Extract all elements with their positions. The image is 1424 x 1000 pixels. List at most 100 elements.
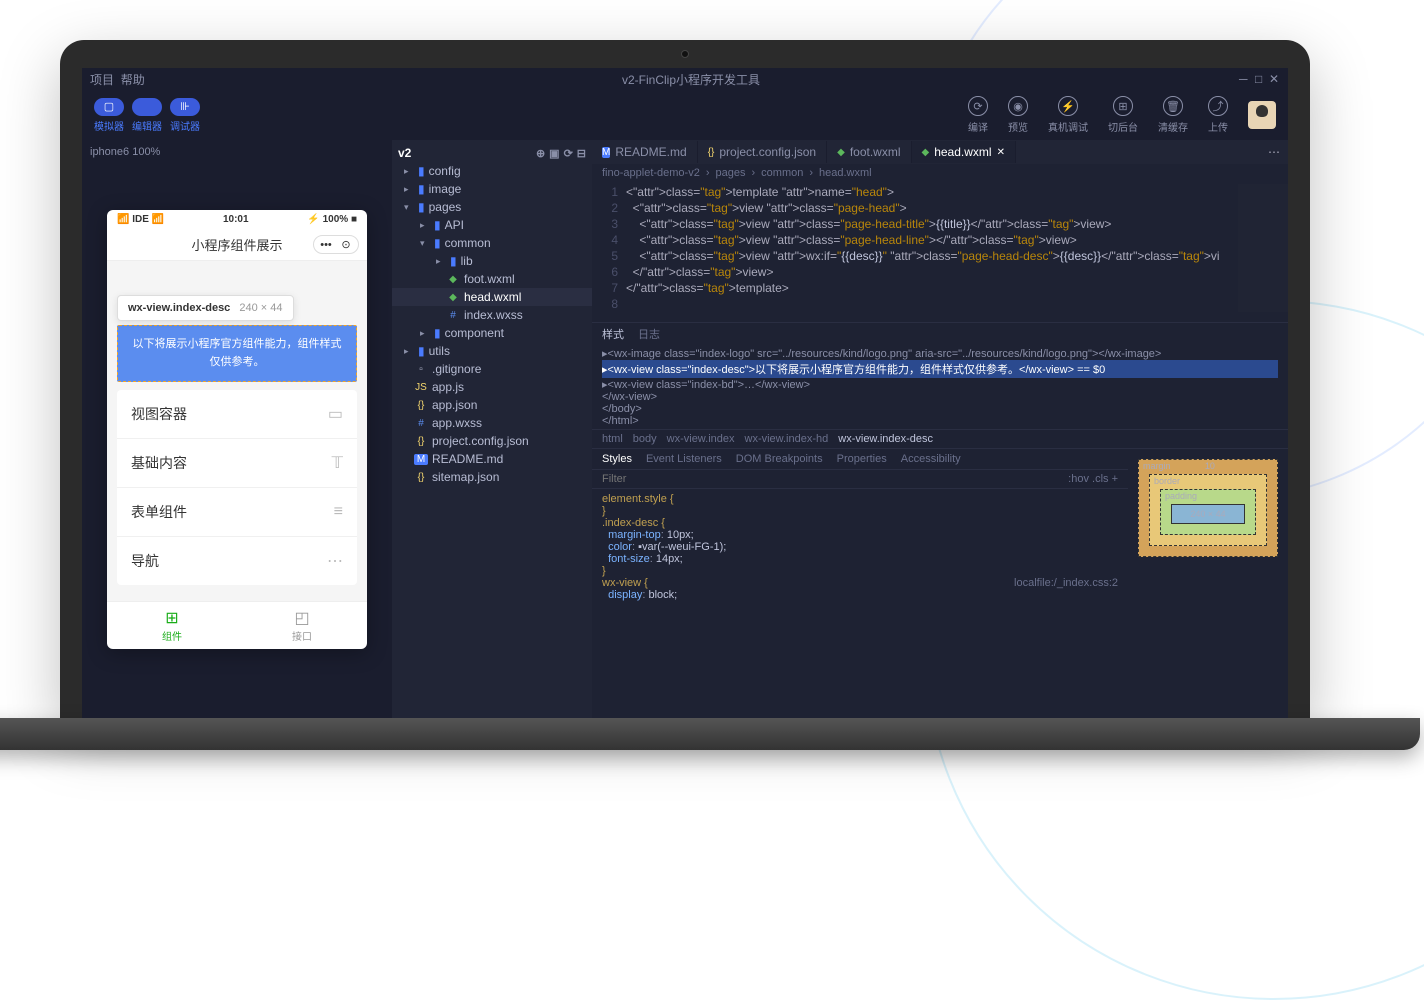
css-declaration[interactable]: display: block; <box>602 589 1118 601</box>
tree-file[interactable]: #app.wxss <box>392 414 592 432</box>
tree-file[interactable]: ▫.gitignore <box>392 360 592 378</box>
more-tabs-icon[interactable]: ⋯ <box>1260 145 1288 159</box>
editor-tab[interactable]: ◆foot.wxml <box>827 141 911 163</box>
new-file-icon[interactable]: ⊕ <box>536 147 545 160</box>
tree-root-name[interactable]: v2 <box>398 146 411 160</box>
path-segment[interactable]: wx-view.index-desc <box>838 433 933 445</box>
tree-file[interactable]: {}project.config.json <box>392 432 592 450</box>
editor-tab[interactable]: ◆head.wxml✕ <box>912 141 1016 163</box>
css-declaration[interactable]: margin-top: 10px; <box>602 529 1118 541</box>
path-segment[interactable]: wx-view.index <box>667 433 735 445</box>
devtools-subtab[interactable]: Styles <box>602 453 632 465</box>
dom-node[interactable]: </wx-view> <box>602 391 1278 403</box>
css-rules[interactable]: element.style {}.index-desc {</span></di… <box>592 489 1128 605</box>
minimize-button[interactable]: ─ <box>1237 72 1249 86</box>
highlighted-element[interactable]: 以下将展示小程序官方组件能力，组件样式仅供参考。 <box>117 325 357 382</box>
refresh-icon[interactable]: ⟳ <box>564 147 573 160</box>
css-selector[interactable]: } <box>602 505 1118 517</box>
tree-file[interactable]: #index.wxss <box>392 306 592 324</box>
code-line[interactable]: <"attr">class="tag">view "attr">class="p… <box>626 200 1238 216</box>
capsule-close-icon[interactable]: ⊙ <box>336 238 356 251</box>
tree-file[interactable]: JSapp.js <box>392 378 592 396</box>
dom-tree[interactable]: ▸<wx-image class="index-logo" src="../re… <box>592 345 1288 429</box>
code-line[interactable]: <"attr">class="tag">template "attr">name… <box>626 184 1238 200</box>
tree-folder[interactable]: ▸▮image <box>392 180 592 198</box>
action-button[interactable]: ⚡真机调试 <box>1048 96 1088 134</box>
tabbar-item[interactable]: ⊞组件 <box>107 602 237 649</box>
capsule-more-icon[interactable]: ••• <box>316 239 336 251</box>
crumb[interactable]: common <box>761 167 803 179</box>
tree-folder[interactable]: ▸▮utils <box>392 342 592 360</box>
devtools-subtab[interactable]: Accessibility <box>901 453 961 465</box>
action-button[interactable]: ⟳编译 <box>968 96 988 134</box>
code-line[interactable]: <"attr">class="tag">view "attr">wx:if="{… <box>626 248 1238 264</box>
minimap[interactable] <box>1238 184 1288 312</box>
menu-help[interactable]: 帮助 <box>121 71 145 88</box>
maximize-button[interactable]: □ <box>1253 72 1265 86</box>
code-line[interactable]: <"attr">class="tag">view "attr">class="p… <box>626 216 1238 232</box>
tree-folder[interactable]: ▸▮component <box>392 324 592 342</box>
path-segment[interactable]: wx-view.index-hd <box>745 433 829 445</box>
collapse-icon[interactable]: ⊟ <box>577 147 586 160</box>
devtools-subtab[interactable]: DOM Breakpoints <box>736 453 823 465</box>
action-button[interactable]: 🗑清缓存 <box>1158 96 1188 134</box>
path-segment[interactable]: html <box>602 433 623 445</box>
dom-node[interactable]: ▸<wx-image class="index-logo" src="../re… <box>602 347 1278 360</box>
path-segment[interactable]: body <box>633 433 657 445</box>
editor-tab[interactable]: MREADME.md <box>592 141 698 163</box>
css-declaration[interactable]: color: ▪var(--weui-FG-1); <box>602 541 1118 553</box>
code-line[interactable] <box>626 296 1238 312</box>
menu-project[interactable]: 项目 <box>90 71 114 88</box>
avatar[interactable] <box>1248 101 1276 129</box>
menu-item[interactable]: 视图容器▭ <box>117 390 357 439</box>
tree-file[interactable]: ◆head.wxml <box>392 288 592 306</box>
code-line[interactable]: </"attr">class="tag">template> <box>626 280 1238 296</box>
devtools-subtab[interactable]: Properties <box>837 453 887 465</box>
css-selector[interactable]: .index-desc {</span></div> <box>602 517 1118 529</box>
css-selector[interactable]: element.style { <box>602 493 1118 505</box>
tree-folder[interactable]: ▾▮pages <box>392 198 592 216</box>
dom-node[interactable]: </body> <box>602 403 1278 415</box>
tree-file[interactable]: ◆foot.wxml <box>392 270 592 288</box>
mode-button[interactable]: ▢模拟器 <box>94 98 124 133</box>
editor-tab[interactable]: {}project.config.json <box>698 141 827 163</box>
tree-folder[interactable]: ▾▮common <box>392 234 592 252</box>
tree-folder[interactable]: ▸▮config <box>392 162 592 180</box>
dom-node[interactable]: </html> <box>602 415 1278 427</box>
tree-file[interactable]: {}app.json <box>392 396 592 414</box>
tree-folder[interactable]: ▸▮lib <box>392 252 592 270</box>
mode-button[interactable]: ⊪调试器 <box>170 98 200 133</box>
menu-item[interactable]: 基础内容𝕋 <box>117 439 357 488</box>
crumb[interactable]: pages <box>716 167 746 179</box>
code-lines[interactable]: <"attr">class="tag">template "attr">name… <box>626 184 1238 312</box>
code-line[interactable]: </"attr">class="tag">view> <box>626 264 1238 280</box>
code-editor[interactable]: 12345678 <"attr">class="tag">template "a… <box>592 182 1288 322</box>
close-button[interactable]: ✕ <box>1268 72 1280 86</box>
menu-item[interactable]: 导航⋯ <box>117 537 357 585</box>
tree-file[interactable]: {}sitemap.json <box>392 468 592 486</box>
dom-node[interactable]: ▸<wx-view class="index-desc">以下将展示小程序官方组… <box>602 360 1278 378</box>
devtools-subtab[interactable]: Event Listeners <box>646 453 722 465</box>
action-button[interactable]: ⤴上传 <box>1208 96 1228 134</box>
devtools-tab[interactable]: 样式 <box>602 326 624 342</box>
devtools-tab[interactable]: 日志 <box>638 326 660 342</box>
css-selector[interactable]: } <box>602 565 1118 577</box>
crumb[interactable]: head.wxml <box>819 167 872 179</box>
action-button[interactable]: ◉预览 <box>1008 96 1028 134</box>
code-line[interactable]: <"attr">class="tag">view "attr">class="p… <box>626 232 1238 248</box>
css-declaration[interactable]: font-size: 14px; <box>602 553 1118 565</box>
tree-folder[interactable]: ▸▮API <box>392 216 592 234</box>
phone-body[interactable]: wx-view.index-desc 240 × 44 以下将展示小程序官方组件… <box>107 261 367 601</box>
tabbar-item[interactable]: ◰接口 <box>237 602 367 649</box>
tree-file[interactable]: MREADME.md <box>392 450 592 468</box>
menu-item[interactable]: 表单组件≡ <box>117 488 357 537</box>
new-folder-icon[interactable]: ▣ <box>549 147 559 160</box>
close-icon[interactable]: ✕ <box>997 147 1005 158</box>
mode-button[interactable]: 编辑器 <box>132 98 162 133</box>
action-button[interactable]: ⊞切后台 <box>1108 96 1138 134</box>
crumb[interactable]: fino-applet-demo-v2 <box>602 167 700 179</box>
filter-actions[interactable]: :hov .cls + <box>1068 473 1118 485</box>
styles-filter-input[interactable] <box>602 473 1068 485</box>
dom-node[interactable]: ▸<wx-view class="index-bd">…</wx-view> <box>602 378 1278 391</box>
css-selector[interactable]: wx-view {localfile:/_index.css:2 <box>602 577 1118 589</box>
